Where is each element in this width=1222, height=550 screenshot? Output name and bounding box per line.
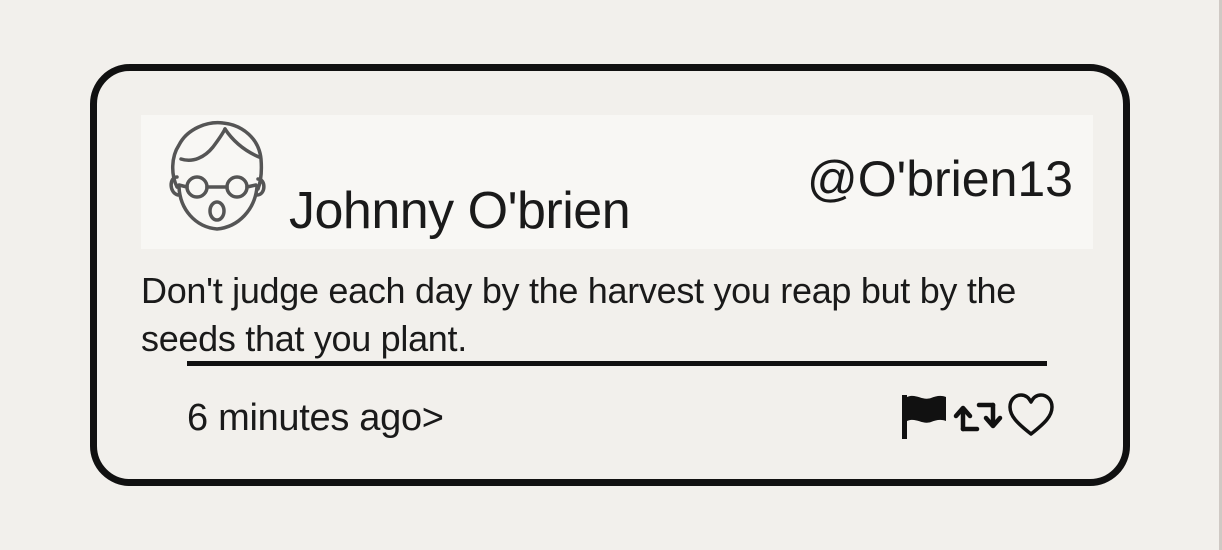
tweet-text: Don't judge each day by the harvest you … — [141, 270, 1016, 359]
display-name[interactable]: Johnny O'brien — [289, 179, 631, 243]
divider — [187, 361, 1047, 366]
tweet-actions — [899, 391, 1057, 445]
tweet-card: Johnny O'brien @O'brien13 Don't judge ea… — [90, 64, 1130, 486]
user-handle[interactable]: @O'brien13 — [807, 149, 1073, 209]
heart-icon[interactable] — [1006, 391, 1056, 446]
flag-icon[interactable] — [900, 391, 950, 446]
timestamp-link[interactable]: 6 minutes ago> — [187, 395, 444, 441]
tweet-header: Johnny O'brien @O'brien13 — [141, 115, 1093, 249]
retweet-icon[interactable] — [952, 391, 1004, 446]
user-avatar-icon[interactable] — [163, 117, 271, 235]
